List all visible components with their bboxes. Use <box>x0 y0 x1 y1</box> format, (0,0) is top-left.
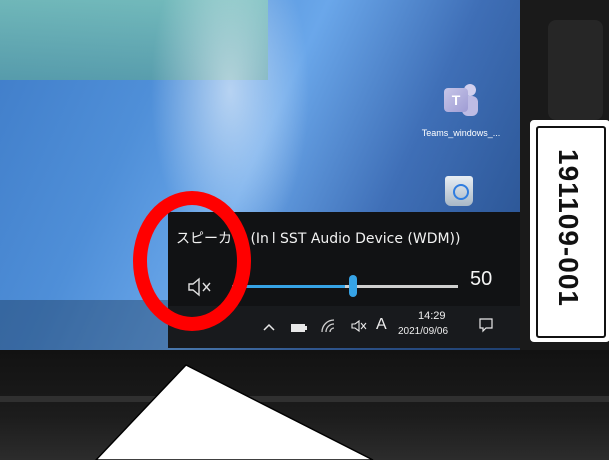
photo-stage: T Teams_windows_... スピーカー (In l SST Audi… <box>0 0 609 460</box>
callout-bubble <box>95 364 374 460</box>
